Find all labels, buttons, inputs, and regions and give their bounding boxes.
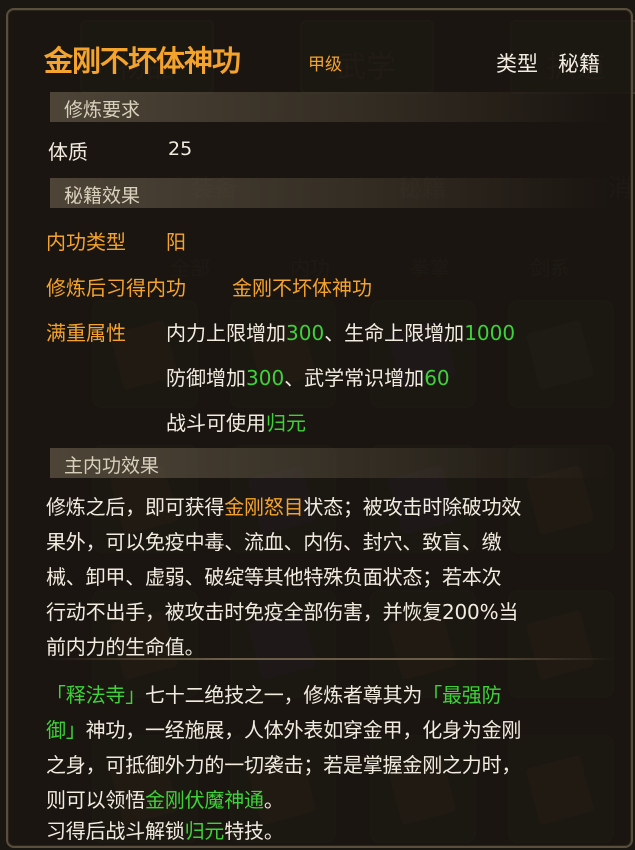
- lore-line: 之身，可抵御外力的一切袭击；若是掌握金刚之力时，: [46, 753, 522, 777]
- main-effect-line: 果外，可以免疫中毒、流血、内伤、封穴、致盲、缴: [46, 530, 502, 554]
- attr-hp-label: 、生命上限增加: [324, 321, 465, 345]
- attribute-line-1: 内力上限增加300、生命上限增加1000: [166, 317, 515, 346]
- main-effect-text: 状态；被攻击时除破功效: [303, 495, 522, 519]
- lore-title-highlight-end: 御」: [46, 718, 86, 742]
- main-effect-line: 械、卸甲、虚弱、破绽等其他特殊负面状态；若本次: [46, 565, 502, 589]
- lore-line: 「释法寺」七十二绝技之一，修炼者尊其为「最强防: [46, 678, 611, 713]
- lore-line: 则可以领悟金刚伏魔神通。: [46, 783, 611, 818]
- section-requirements: 修炼要求: [50, 92, 610, 122]
- attr-internal-power-value: 300: [286, 321, 325, 345]
- main-effect-line: 修炼之后，即可获得金刚怒目状态；被攻击时除破功效: [46, 490, 611, 525]
- lore-skill-highlight: 金刚伏魔神通: [145, 788, 264, 812]
- attr-battle-skill-value: 归元: [266, 411, 306, 435]
- lore-line: 习得后战斗解锁归元特技。: [46, 818, 611, 844]
- max-attribute-label: 满重属性: [46, 321, 126, 345]
- lore-line: 御」神功，一经施展，人体外表如穿金甲，化身为金刚: [46, 713, 611, 748]
- attr-internal-power-label: 内力上限增加: [166, 321, 286, 345]
- section-manual-effects-title: 秘籍效果: [64, 185, 141, 207]
- lore-text: 。: [263, 788, 284, 812]
- neigong-type-value: 阳: [166, 230, 186, 254]
- attr-knowledge-label: 、武学常识增加: [284, 366, 425, 390]
- item-grade: 甲级: [308, 55, 342, 75]
- attr-knowledge-value: 60: [424, 366, 450, 390]
- status-jingang-nuomu: 金刚怒目: [224, 495, 304, 519]
- learned-neigong-value: 金刚不坏体神功: [232, 276, 372, 300]
- lore-text: 特技。: [224, 819, 284, 843]
- requirement-stat-name: 体质: [48, 140, 88, 164]
- attr-hp-value: 1000: [464, 321, 516, 345]
- attribute-line-3: 战斗可使用归元: [166, 407, 306, 436]
- section-requirements-title: 修炼要求: [64, 99, 141, 121]
- item-type-label: 类型: [496, 52, 538, 76]
- attribute-line-2: 防御增加300、武学常识增加60: [166, 362, 450, 391]
- lore-text: 习得后战斗解锁: [46, 819, 185, 843]
- item-tooltip: 金刚不坏体神功 甲级 类型 秘籍 修炼要求 体质 25 秘籍效果 内功类型 阳 …: [6, 8, 633, 848]
- lore-description: 「释法寺」七十二绝技之一，修炼者尊其为「最强防 御」神功，一经施展，人体外表如穿…: [46, 678, 611, 844]
- main-effect-description: 修炼之后，即可获得金刚怒目状态；被攻击时除破功效 果外，可以免疫中毒、流血、内伤…: [46, 490, 611, 665]
- lore-unlock-skill: 归元: [184, 819, 225, 843]
- lore-text: 七十二绝技之一，修炼者尊其为: [145, 683, 423, 707]
- attr-defense-label: 防御增加: [166, 366, 246, 390]
- learned-neigong-label: 修炼后习得内功: [46, 276, 186, 300]
- main-effect-line: 行动不出手，被攻击时免疫全部伤害，并恢复200%当: [46, 600, 519, 624]
- item-type-value: 秘籍: [558, 52, 600, 76]
- lore-title-highlight: 「最强防: [422, 683, 502, 707]
- attr-defense-value: 300: [246, 366, 285, 390]
- attr-battle-skill-label: 战斗可使用: [166, 411, 266, 435]
- lore-text: 则可以领悟: [46, 788, 145, 812]
- main-effect-text: 修炼之后，即可获得: [46, 495, 225, 519]
- section-manual-effects: 秘籍效果: [50, 178, 610, 208]
- section-divider: [46, 658, 616, 660]
- requirement-stat-value: 25: [168, 138, 193, 160]
- item-title: 金刚不坏体神功: [44, 44, 241, 78]
- neigong-type-label: 内功类型: [46, 230, 126, 254]
- lore-faction: 「释法寺」: [46, 683, 145, 707]
- lore-text: 神功，一经施展，人体外表如穿金甲，化身为金刚: [85, 718, 522, 742]
- section-main-effect: 主内功效果: [50, 448, 610, 478]
- section-main-effect-title: 主内功效果: [64, 455, 160, 477]
